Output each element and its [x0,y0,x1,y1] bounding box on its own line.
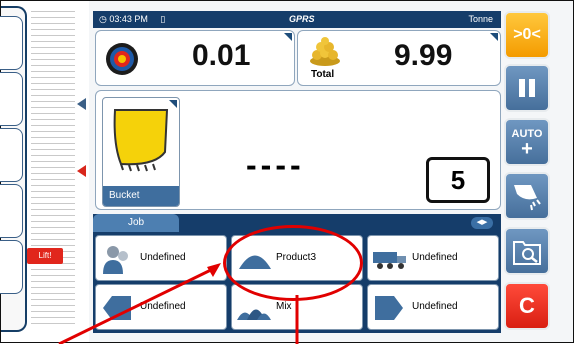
annotation-arrows [58,263,299,344]
app-screen: Lift! ◷ 03:43 PM ▯ GPRS Tonne 0.01 Total… [0,0,574,344]
